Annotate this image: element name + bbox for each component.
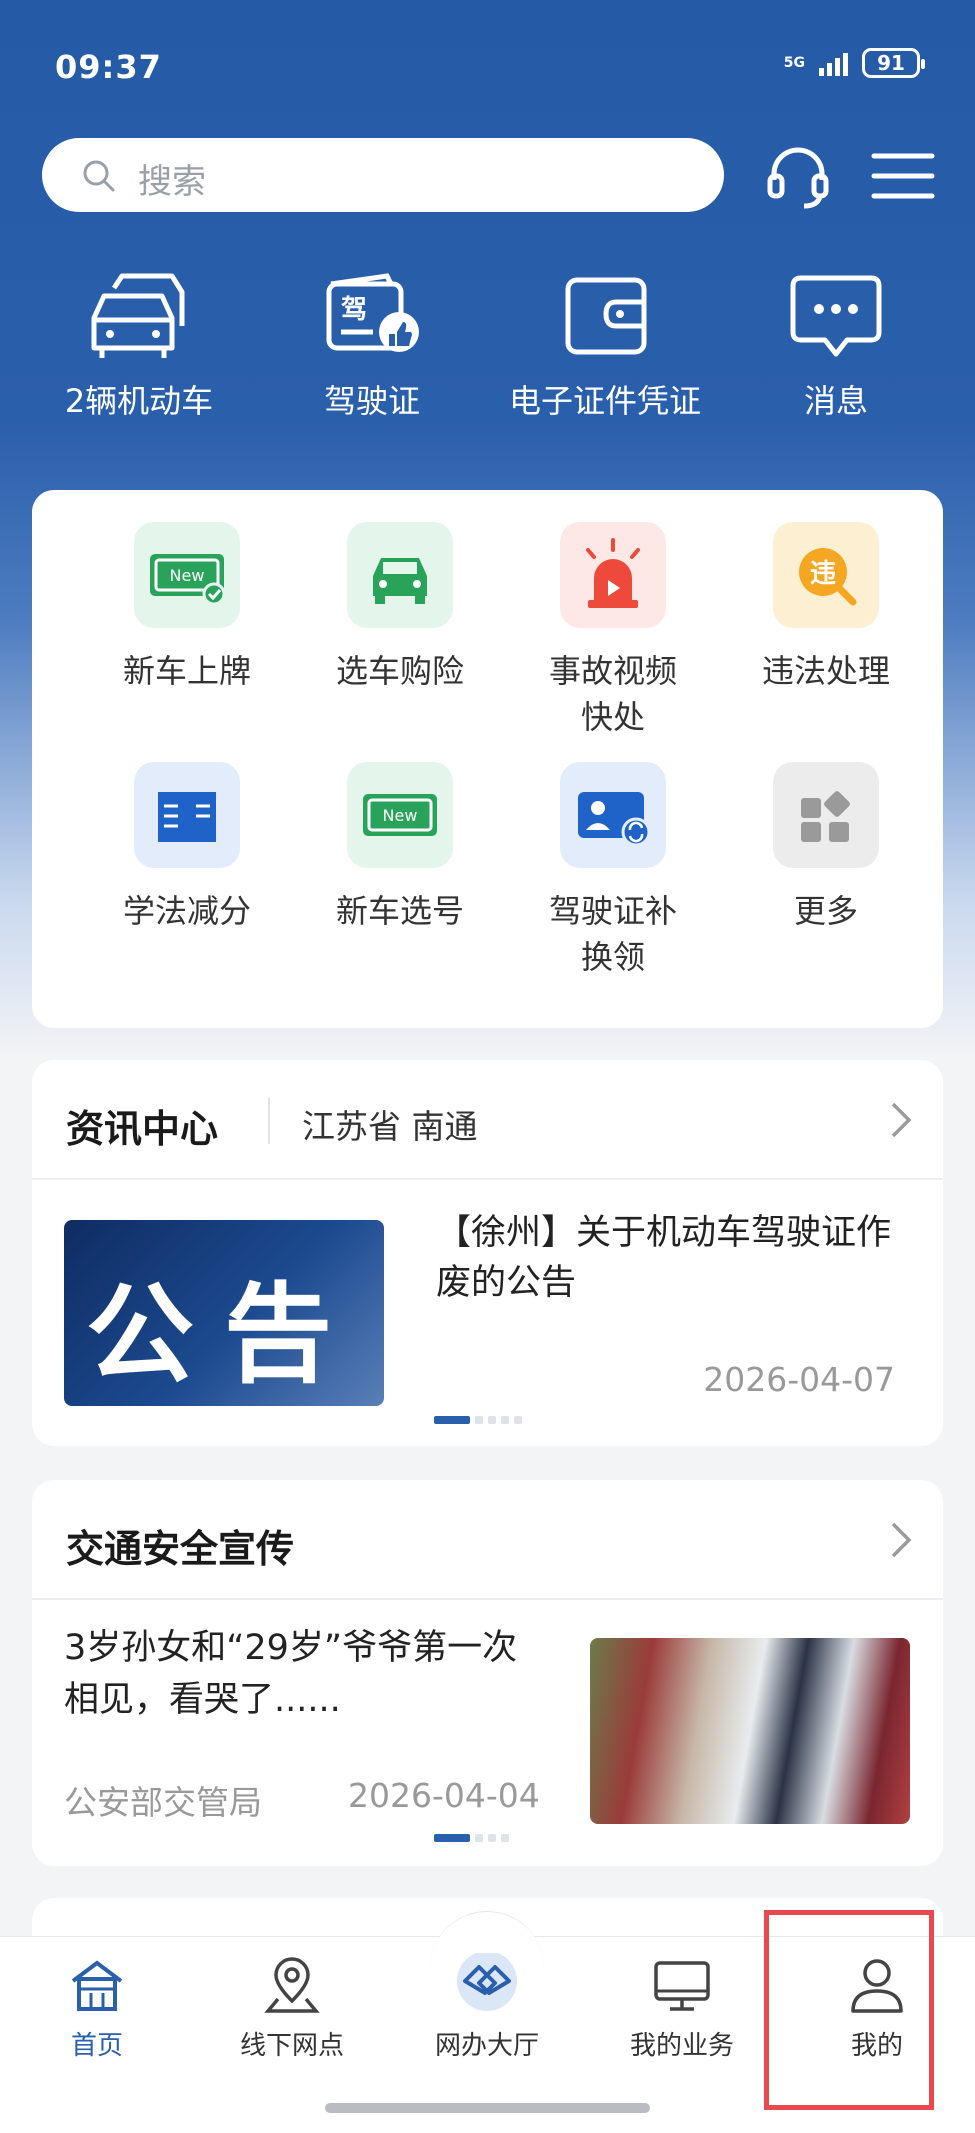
tab-label: 首页 (70, 2031, 123, 2061)
tab-label: 我的业务 (629, 2031, 734, 2061)
safety-thumbnail[interactable] (590, 1638, 910, 1824)
safety-header[interactable]: 交通安全宣传 (32, 1480, 943, 1600)
search-icon (83, 160, 115, 192)
quick-label: 电子证件凭证 (508, 382, 701, 420)
message-icon (790, 275, 882, 357)
service-accident-video[interactable]: 事故视频 快处 (507, 522, 719, 740)
tab-bar: 首页 线下网点 网办大厅 我的业务 我的 (0, 1911, 975, 2133)
svg-text:驾: 驾 (341, 295, 367, 325)
services-card: New 新车上牌 选车购险 事故视频 快处 违 违法处理 学法减分 New 新车… (32, 490, 943, 1028)
service-car-insurance[interactable]: 选车购险 (294, 522, 506, 694)
service-label: 事故视频 快处 (548, 652, 677, 736)
quick-vehicles[interactable]: 2辆机动车 (24, 270, 254, 422)
monitor-icon (654, 1961, 710, 2011)
tab-label: 网办大厅 (434, 2031, 539, 2061)
chevron-right-icon[interactable] (889, 1520, 913, 1560)
car-icon (91, 273, 185, 358)
search-placeholder: 搜索 (138, 162, 206, 202)
safety-card: 交通安全宣传 3岁孙女和“29岁”爷爷第一次相见，看哭了...... 公安部交管… (32, 1480, 943, 1866)
tab-online-hall[interactable]: 网办大厅 (397, 1953, 577, 2062)
safety-title: 交通安全宣传 (66, 1527, 295, 1571)
alarm-icon (560, 522, 666, 628)
tab-label: 线下网点 (239, 2031, 344, 2061)
quick-license[interactable]: 驾 驾驶证 (257, 270, 487, 422)
chevron-right-icon[interactable] (889, 1100, 913, 1140)
safety-item-date: 2026-04-04 (348, 1776, 540, 1815)
news-item-date: 2026-04-07 (703, 1360, 895, 1399)
carousel-indicator (434, 1416, 522, 1424)
car-insurance-icon (347, 522, 453, 628)
tab-offline-outlets[interactable]: 线下网点 (202, 1953, 382, 2062)
quick-actions: 2辆机动车 驾 驾驶证 电子证件凭证 消息 (0, 270, 975, 440)
news-title: 资讯中心 (66, 1107, 219, 1151)
service-label: 驾驶证补 换领 (548, 892, 677, 976)
service-license-renew[interactable]: 驾驶证补 换领 (507, 762, 719, 980)
status-time: 09:37 (55, 48, 162, 86)
location-pin-icon (264, 1957, 320, 2013)
wallet-icon (565, 277, 647, 355)
handshake-icon (457, 1953, 517, 2011)
quick-label: 驾驶证 (323, 382, 420, 420)
svg-text:New: New (383, 806, 418, 825)
service-study-law[interactable]: 学法减分 (81, 762, 293, 934)
signal-icon (819, 50, 848, 76)
quick-label: 2辆机动车 (64, 382, 214, 420)
safety-item-source: 公安部交管局 (64, 1783, 262, 1822)
home-indicator (325, 2103, 650, 2113)
service-label: 选车购险 (335, 652, 464, 690)
service-label: 违法处理 (761, 652, 890, 690)
service-label: 新车选号 (335, 892, 464, 930)
tab-home[interactable]: 首页 (7, 1953, 187, 2062)
battery-icon: 91 (862, 48, 925, 78)
network-type: 5G (783, 55, 805, 71)
carousel-indicator (434, 1834, 509, 1842)
news-header[interactable]: 资讯中心 江苏省 南通 (32, 1060, 943, 1180)
svg-text:违: 违 (810, 559, 836, 589)
service-label: 新车上牌 (122, 652, 251, 690)
search-input[interactable]: 搜索 (42, 138, 724, 212)
service-plate-select[interactable]: New 新车选号 (294, 762, 506, 934)
divider (268, 1098, 270, 1144)
new-plate-icon: New (134, 522, 240, 628)
service-violation[interactable]: 违 违法处理 (720, 522, 932, 694)
news-item-title[interactable]: 【徐州】关于机动车驾驶证作废的公告 (436, 1208, 906, 1308)
headset-icon[interactable] (762, 140, 834, 212)
quick-e-certificate[interactable]: 电子证件凭证 (490, 270, 720, 422)
user-icon (851, 1959, 903, 2013)
home-icon (71, 1960, 123, 2011)
tab-label: 我的 (850, 2031, 903, 2061)
tab-mine[interactable]: 我的 (787, 1953, 967, 2062)
status-bar: 09:37 5G 91 (55, 48, 925, 88)
plate-select-icon: New (347, 762, 453, 868)
news-card: 资讯中心 江苏省 南通 公告 【徐州】关于机动车驾驶证作废的公告 2026-04… (32, 1060, 943, 1446)
status-indicators: 5G 91 (783, 48, 925, 78)
service-more[interactable]: 更多 (720, 762, 932, 934)
service-label: 学法减分 (122, 892, 251, 930)
license-renew-icon (560, 762, 666, 868)
news-location[interactable]: 江苏省 南通 (302, 1100, 478, 1148)
more-icon (773, 762, 879, 868)
book-icon (134, 762, 240, 868)
service-label: 更多 (793, 892, 858, 930)
svg-text:New: New (170, 566, 205, 585)
news-image-text: 公告 (85, 1273, 362, 1398)
violation-icon: 违 (773, 522, 879, 628)
menu-icon[interactable] (868, 140, 940, 212)
quick-messages[interactable]: 消息 (721, 270, 951, 422)
tab-my-business[interactable]: 我的业务 (592, 1953, 772, 2062)
news-thumbnail[interactable]: 公告 (64, 1220, 384, 1406)
safety-item-title[interactable]: 3岁孙女和“29岁”爷爷第一次相见，看哭了...... (64, 1622, 534, 1726)
license-icon: 驾 (326, 273, 419, 352)
service-new-plate[interactable]: New 新车上牌 (81, 522, 293, 694)
quick-label: 消息 (803, 382, 868, 420)
